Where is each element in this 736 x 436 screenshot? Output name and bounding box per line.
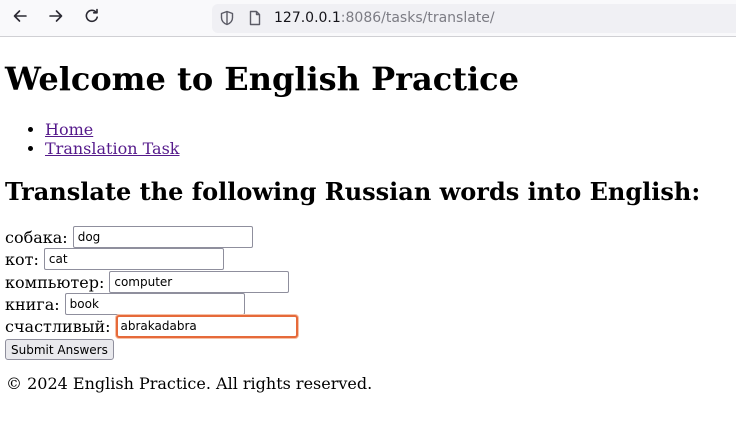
page-title: Welcome to English Practice	[5, 60, 519, 98]
field-label: компьютер:	[5, 272, 105, 292]
url-text[interactable]: 127.0.0.1:8086/tasks/translate/	[274, 10, 495, 27]
field-label: собака:	[5, 227, 68, 247]
field-label: книга:	[5, 294, 60, 314]
translation-input-kniga[interactable]	[64, 293, 245, 315]
translation-task-link[interactable]: Translation Task	[45, 139, 179, 158]
field-label: счастливый:	[5, 316, 111, 336]
nav-item-home: Home	[45, 120, 179, 139]
field-row-sobaka: собака:	[5, 226, 253, 248]
field-row-kot: кот:	[5, 248, 224, 270]
url-host: 127.0.0.1	[274, 10, 341, 26]
field-row-schastlivyy: счастливый:	[5, 314, 298, 338]
back-button[interactable]	[7, 6, 33, 30]
field-row-kniga: книга:	[5, 293, 245, 315]
browser-toolbar: 127.0.0.1:8086/tasks/translate/	[0, 0, 736, 37]
nav-list: Home Translation Task	[0, 120, 179, 158]
translation-input-schastlivyy[interactable]	[115, 314, 298, 338]
field-row-kompyuter: компьютер:	[5, 271, 290, 293]
task-heading: Translate the following Russian words in…	[5, 177, 701, 206]
forward-button[interactable]	[43, 6, 69, 30]
shield-icon[interactable]	[219, 10, 235, 26]
arrow-left-icon	[12, 8, 28, 28]
url-bar[interactable]: 127.0.0.1:8086/tasks/translate/	[212, 4, 736, 33]
translation-input-kompyuter[interactable]	[109, 271, 290, 293]
page-icon[interactable]	[247, 10, 263, 26]
nav-item-translation-task: Translation Task	[45, 139, 179, 158]
reload-button[interactable]	[79, 6, 105, 30]
home-link[interactable]: Home	[45, 120, 93, 139]
translation-input-sobaka[interactable]	[72, 226, 253, 248]
translation-input-kot[interactable]	[43, 248, 224, 270]
submit-answers-button[interactable]: Submit Answers	[5, 339, 114, 360]
reload-icon	[84, 8, 100, 28]
footer-copyright: © 2024 English Practice. All rights rese…	[6, 374, 373, 393]
url-path: :8086/tasks/translate/	[340, 10, 495, 26]
arrow-right-icon	[48, 8, 64, 28]
field-label: кот:	[5, 249, 39, 269]
